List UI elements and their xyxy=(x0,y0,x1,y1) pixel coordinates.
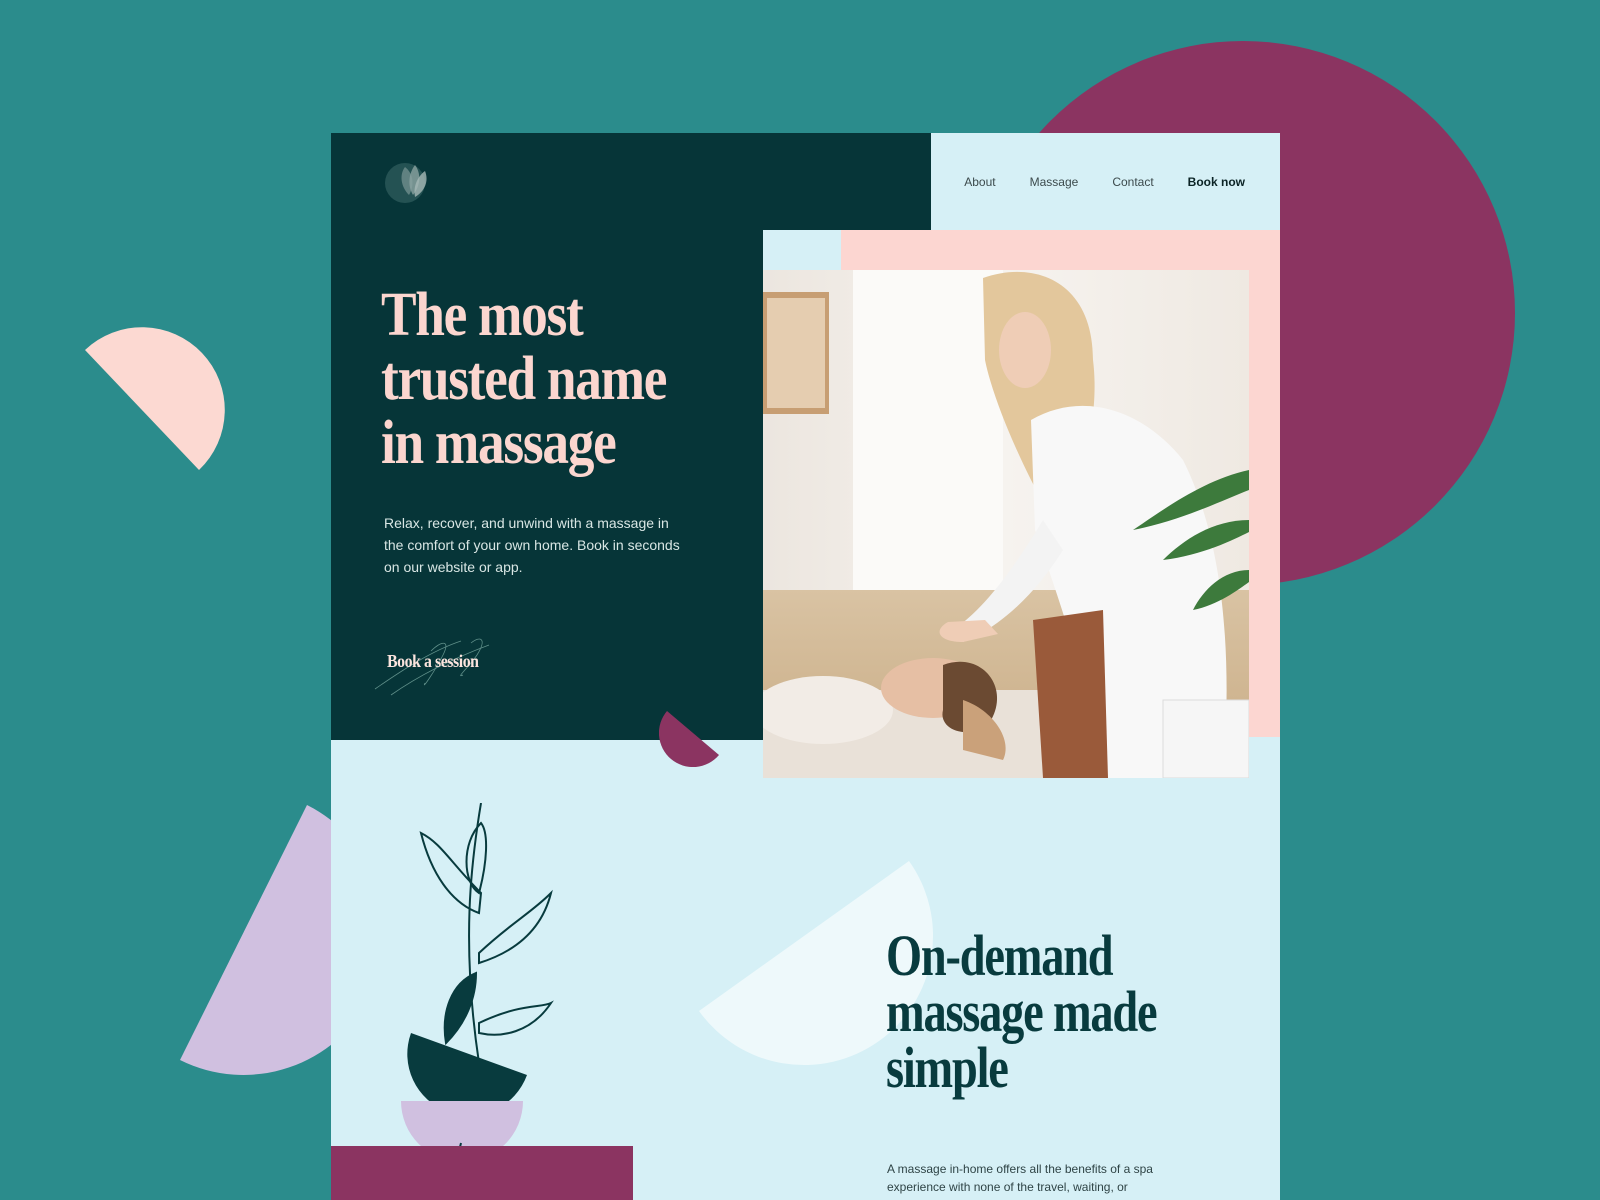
lotus-icon[interactable] xyxy=(383,159,435,207)
book-session-label: Book a session xyxy=(387,651,479,671)
section-title: On-demand massage made simple xyxy=(886,923,1158,1100)
landing-page: About Massage Contact Book now The most … xyxy=(331,133,1280,1200)
nav-contact[interactable]: Contact xyxy=(1112,175,1153,189)
footer-accent-block xyxy=(331,1146,633,1200)
hero-photo xyxy=(763,270,1249,778)
book-session-button[interactable]: Book a session xyxy=(371,631,521,701)
section-description: A massage in-home offers all the benefit… xyxy=(887,1162,1153,1194)
main-nav: About Massage Contact Book now xyxy=(931,133,1280,230)
nav-about[interactable]: About xyxy=(964,175,995,189)
nav-massage[interactable]: Massage xyxy=(1030,175,1079,189)
massage-photo-illustration xyxy=(763,270,1249,778)
nav-book-now-button[interactable]: Book now xyxy=(1188,175,1245,189)
pink-half-circle-shape xyxy=(85,327,225,470)
hero-description: Relax, recover, and unwind with a massag… xyxy=(384,515,680,575)
hero-title: The most trusted name in massage xyxy=(381,281,667,477)
plum-half-circle-shape xyxy=(659,711,719,768)
plant-illustration xyxy=(401,803,554,1184)
hero-panel-top xyxy=(763,133,931,230)
